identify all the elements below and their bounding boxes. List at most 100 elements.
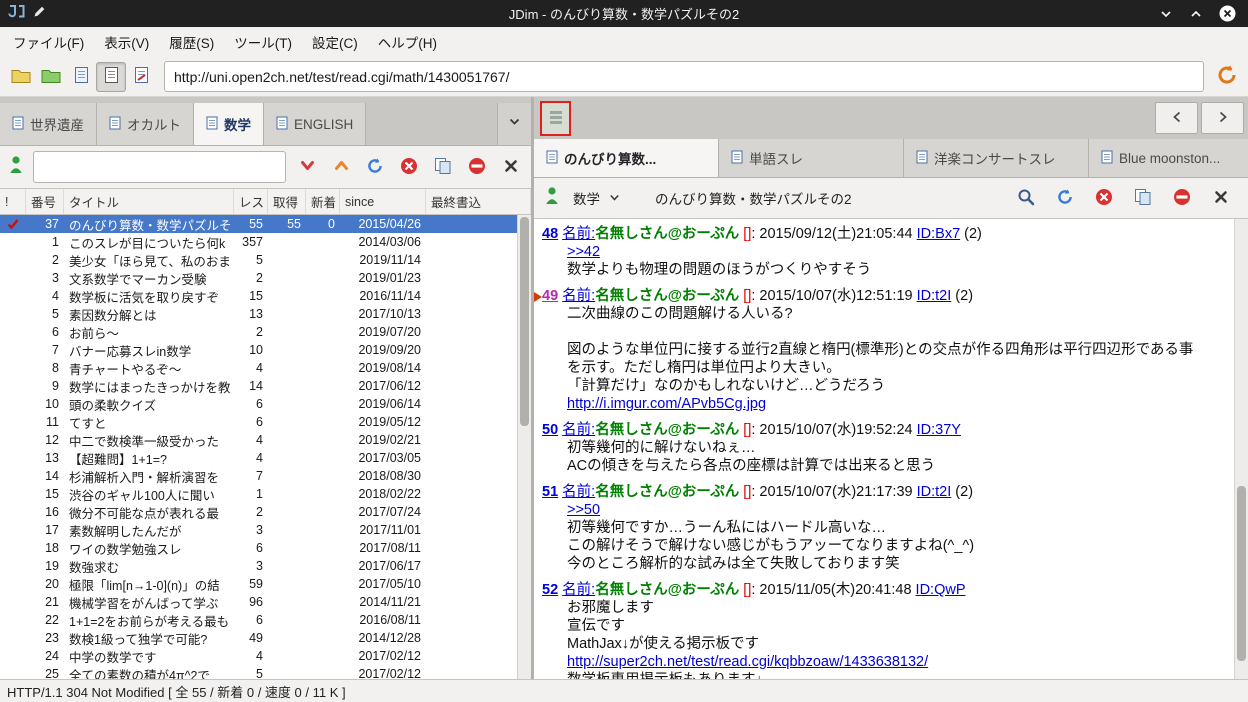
favorites-button[interactable] [36,62,66,92]
thread-list-row[interactable]: 2 美少女「ほら見て、私のおま 5 2019/11/14 [0,251,518,269]
reload-list-button[interactable] [363,154,388,180]
reload-thread-button[interactable] [1052,185,1078,211]
thread-list-row[interactable]: 20 極限「lim[n→1-0](n)」の結 59 2017/05/10 [0,575,518,593]
post-name-label-link[interactable]: 名前: [562,582,595,598]
post-body-link[interactable]: http://super2ch.net/test/read.cgi/kqbbzo… [567,654,928,670]
url-input[interactable] [164,61,1204,92]
post-body-link[interactable]: http://i.imgur.com/APvb5Cg.jpg [567,396,766,412]
scrollbar-thumb[interactable] [1237,485,1246,661]
stop-button[interactable] [1091,185,1117,211]
stop-button[interactable] [397,154,422,180]
thread-list-row[interactable]: 5 素因数分解とは 13 2017/10/13 [0,305,518,323]
prev-tab-button[interactable] [1155,102,1198,134]
thread-list-row[interactable]: 24 中学の数学です 4 2017/02/12 [0,647,518,665]
col-got[interactable]: 取得 [268,189,306,214]
copy-button[interactable] [430,154,455,180]
post-name-label-link[interactable]: 名前: [562,226,595,242]
abone-button[interactable] [1169,185,1195,211]
thread-content-scrollbar[interactable] [1234,219,1248,679]
close-button[interactable] [1219,5,1236,22]
board-tab-math[interactable]: 数学 [194,103,264,145]
thread-list-row[interactable]: 21 機械学習をがんばって学ぶ 96 2014/11/21 [0,593,518,611]
thread-view-button[interactable] [96,61,126,92]
thread-list-row[interactable]: 22 1+1=2をお前らが考える最も 6 2016/08/11 [0,611,518,629]
post-id-link[interactable]: ID:t2I [917,484,952,500]
post-number-link[interactable]: 52 [542,582,558,598]
abone-button[interactable] [464,154,489,180]
thread-list-row[interactable]: 7 バナー応募スレin数学 10 2019/09/20 [0,341,518,359]
maximize-button[interactable] [1189,7,1203,21]
thread-list-row[interactable]: 4 数学板に活気を取り戻すぞ 15 2016/11/14 [0,287,518,305]
thread-list-row[interactable]: 13 【超難問】1+1=? 4 2017/03/05 [0,449,518,467]
thread-tab-bluemoonstone[interactable]: Blue moonston... [1089,139,1248,177]
close-tab-button[interactable] [498,154,523,180]
search-up-button[interactable] [329,154,354,180]
thread-tab-nonbiri[interactable]: のんびり算数... [534,139,719,177]
thread-list-row[interactable]: 12 中二で数検準一級受かった 4 2019/02/21 [0,431,518,449]
thread-list-row[interactable]: 3 文系数学でマーカン受験 2 2019/01/23 [0,269,518,287]
menu-file[interactable]: ファイル(F) [3,27,94,57]
col-res[interactable]: レス [234,189,268,214]
thread-tab-tango[interactable]: 単語スレ [719,139,904,177]
post-number-link[interactable]: 51 [542,484,558,500]
menu-view[interactable]: 表示(V) [94,27,159,57]
scrollbar-thumb[interactable] [520,217,529,426]
thread-list-scrollbar[interactable] [517,215,531,679]
post-id-link[interactable]: ID:QwP [916,582,966,598]
board-tab-sekaiisan[interactable]: 世界遺産 [0,103,97,145]
col-title[interactable]: タイトル [64,189,234,214]
thread-list-row[interactable]: 9 数学にはまったきっかけを教 14 2017/06/12 [0,377,518,395]
post-body-link[interactable]: >>42 [567,244,600,260]
col-new[interactable]: 新着 [306,189,340,214]
menu-settings[interactable]: 設定(C) [302,27,368,57]
close-tab-button[interactable] [1208,185,1234,211]
col-mark[interactable]: ! [0,189,26,214]
thread-tab-yogaku[interactable]: 洋楽コンサートスレ [904,139,1089,177]
board-tab-occult[interactable]: オカルト [97,103,194,145]
post-number-link[interactable]: 49 [542,288,558,304]
col-since[interactable]: since [340,189,426,214]
thread-list-row[interactable]: 6 お前ら〜 2 2019/07/20 [0,323,518,341]
search-in-thread-button[interactable] [1013,185,1039,211]
search-down-button[interactable] [295,154,320,180]
thread-tab-drag-icon[interactable] [540,100,571,136]
menu-history[interactable]: 履歴(S) [159,27,224,57]
thread-list-row[interactable]: 16 微分不可能な点が表れる最 2 2017/07/24 [0,503,518,521]
thread-list-row[interactable]: 25 全ての素数の積が4π^2で 5 2017/02/12 [0,665,518,679]
thread-list-row[interactable]: 8 青チャートやるぞ〜 4 2019/08/14 [0,359,518,377]
thread-list-row[interactable]: 37 のんびり算数・数学パズルそ 55 55 0 2015/04/26 [0,215,518,233]
board-tab-english[interactable]: ENGLISH [264,103,367,145]
copy-button[interactable] [1130,185,1156,211]
image-view-button[interactable] [126,62,156,92]
thread-list-row[interactable]: 15 渋谷のギャル100人に聞い 1 2018/02/22 [0,485,518,503]
post-id-link[interactable]: ID:t2I [917,288,952,304]
board-select[interactable]: 数学 [568,184,625,212]
post-name-label-link[interactable]: 名前: [562,484,595,500]
menu-tools[interactable]: ツール(T) [224,27,302,57]
thread-list-row[interactable]: 18 ワイの数学勉強スレ 6 2017/08/11 [0,539,518,557]
board-view-button[interactable] [66,62,96,92]
board-tab-list-dropdown[interactable] [497,103,531,145]
col-number[interactable]: 番号 [26,189,64,214]
thread-list-row[interactable]: 17 素数解明したんだが 3 2017/11/01 [0,521,518,539]
thread-list-row[interactable]: 14 杉浦解析入門・解析演習を 7 2018/08/30 [0,467,518,485]
post-name-label-link[interactable]: 名前: [562,422,595,438]
thread-list-row[interactable]: 11 てすと 6 2019/05/12 [0,413,518,431]
post-name-label-link[interactable]: 名前: [562,288,595,304]
thread-list-row[interactable]: 19 数強求む 3 2017/06/17 [0,557,518,575]
reload-url-button[interactable] [1212,62,1242,92]
minimize-button[interactable] [1159,7,1173,21]
post-number-link[interactable]: 50 [542,422,558,438]
menu-help[interactable]: ヘルプ(H) [368,27,447,57]
post-id-link[interactable]: ID:Bx7 [917,226,961,242]
thread-list-row[interactable]: 23 数検1級って独学で可能? 49 2014/12/28 [0,629,518,647]
post-id-link[interactable]: ID:37Y [917,422,961,438]
thread-list-row[interactable]: 10 頭の柔軟クイズ 6 2019/06/14 [0,395,518,413]
post-body-link[interactable]: >>50 [567,502,600,518]
thread-list-row[interactable]: 1 このスレが目についたら何k 357 2014/03/06 [0,233,518,251]
next-tab-button[interactable] [1201,102,1244,134]
post-number-link[interactable]: 48 [542,226,558,242]
thread-filter-input[interactable] [33,151,287,183]
col-last-write[interactable]: 最終書込 [426,189,531,214]
bbslist-button[interactable] [6,62,36,92]
